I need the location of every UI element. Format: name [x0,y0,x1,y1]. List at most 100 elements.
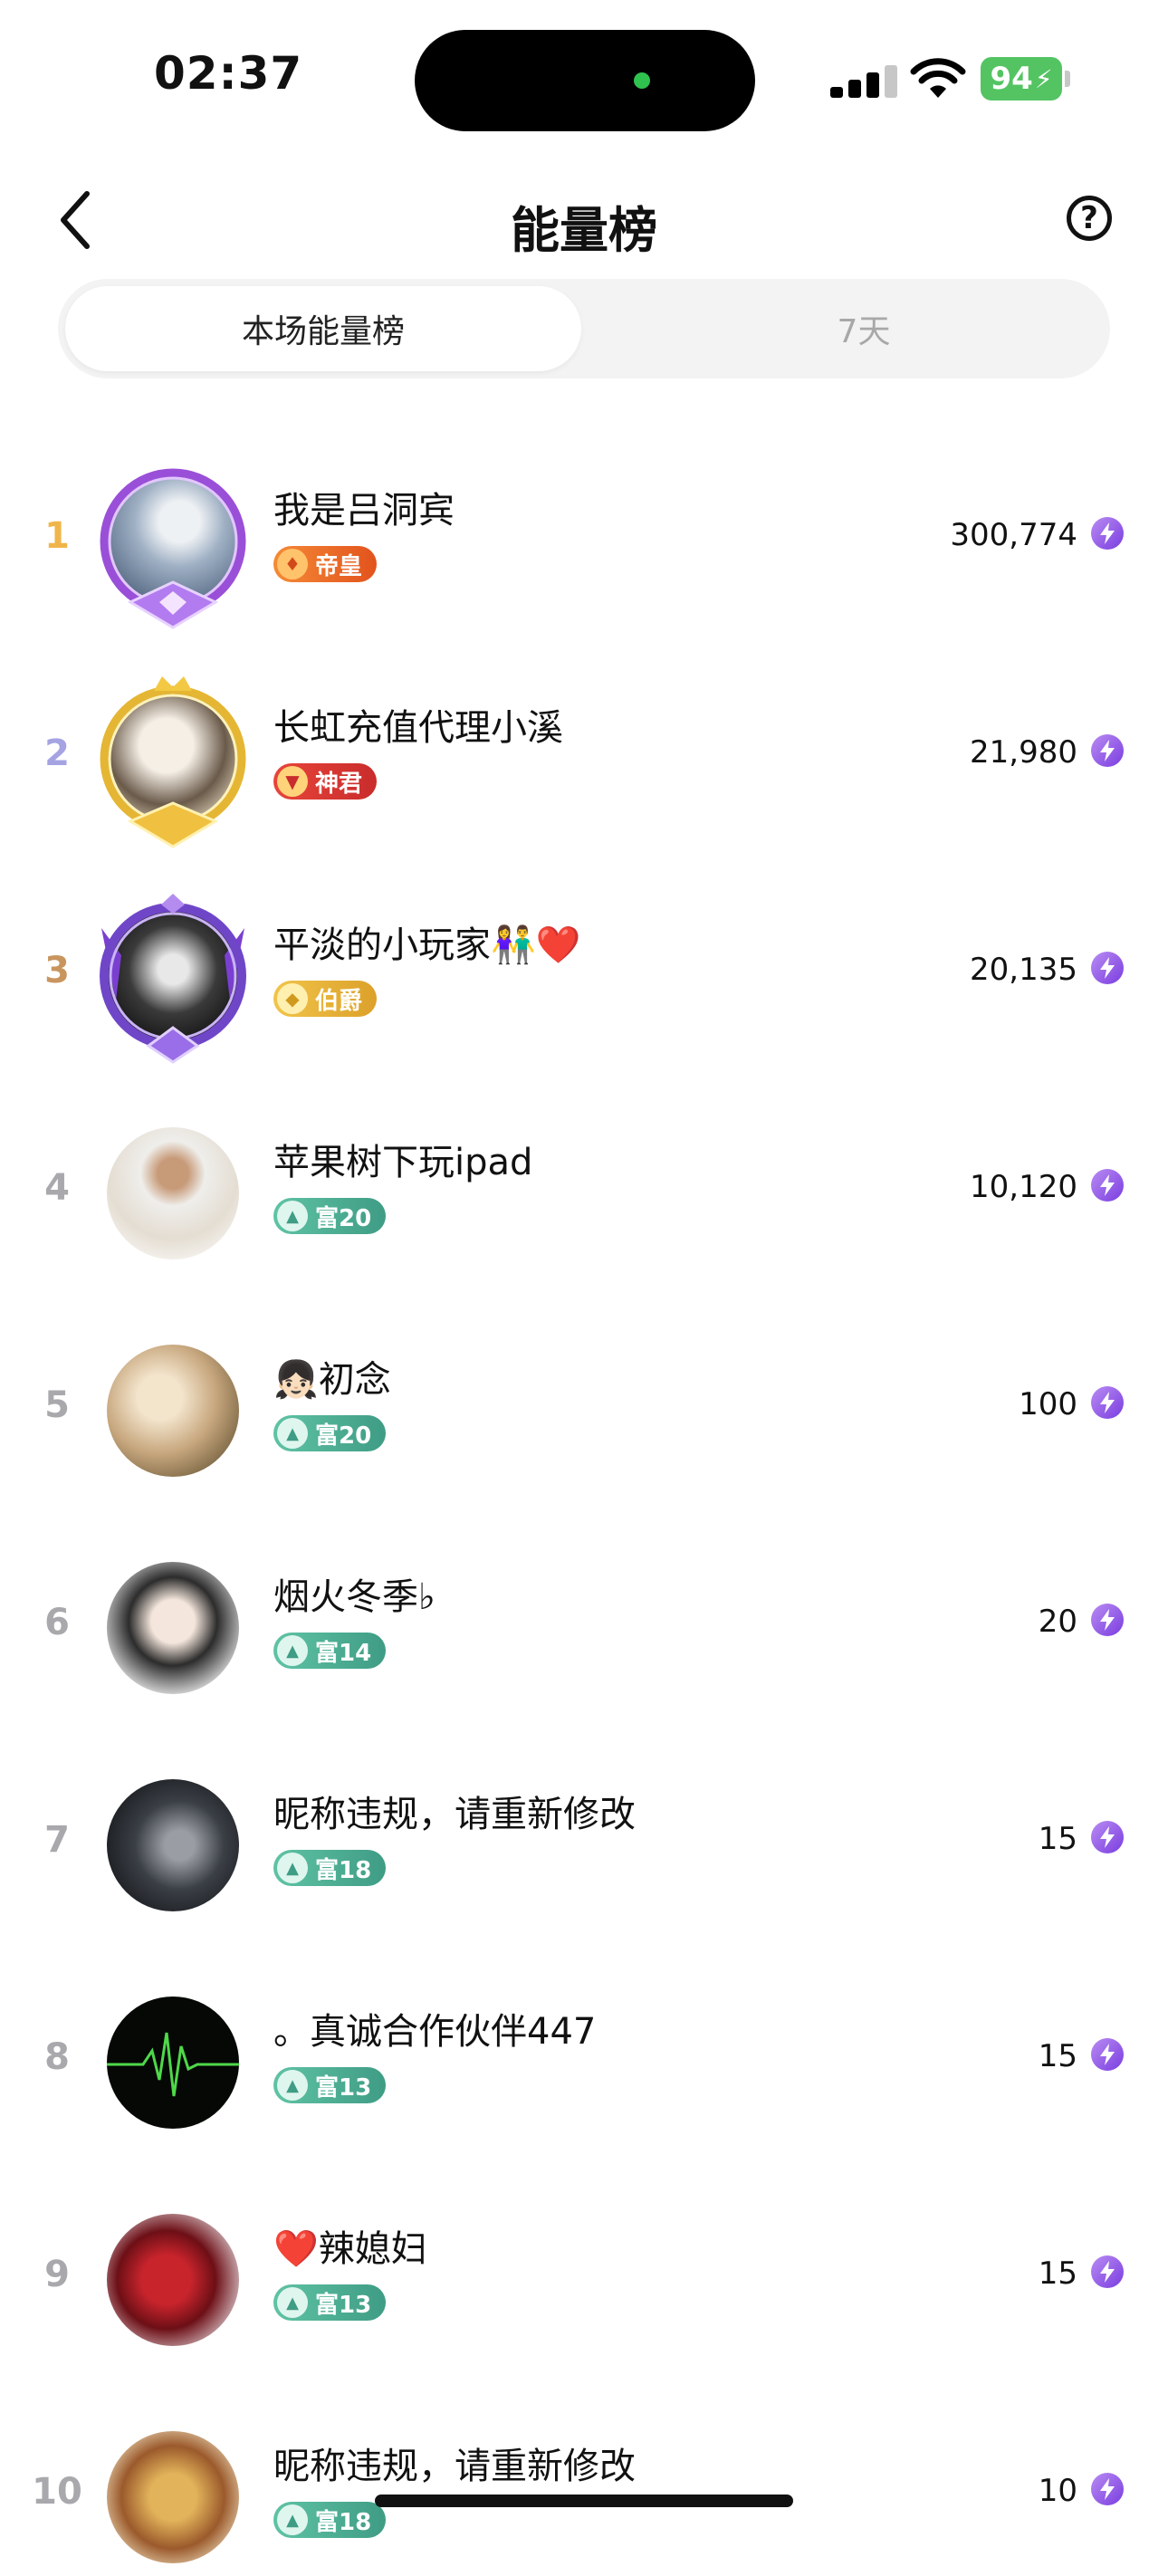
level-badge: ▼ 神君 [273,763,378,800]
ranking-row[interactable]: 8 。真诚合作伙伴447 ▲ 富13 15 [0,1987,1168,2141]
energy-score: 10 [1038,2473,1077,2509]
home-indicator[interactable] [375,2495,793,2507]
user-name: 平淡的小玩家👫❤️ [273,924,581,966]
badge-label: 富20 [315,1422,372,1450]
rank-number: 5 [44,1384,70,1426]
heartbeat-line-icon [107,2032,239,2097]
avatar[interactable] [107,693,239,825]
badge-label: 富20 [315,1204,372,1232]
wealth-triangle-icon: ▲ [277,1635,308,1666]
level-badge: ◆ 伯爵 [273,981,378,1017]
rank-number: 8 [44,2036,70,2078]
rank-number: 9 [44,2254,70,2295]
energy-bolt-icon [1091,1169,1124,1202]
ranking-row[interactable]: 4 苹果树下玩ipad ▲ 富20 10,120 [0,1118,1168,1272]
battery-cap [1065,71,1070,87]
wifi-icon [910,58,966,98]
ranking-row[interactable]: 2 长虹充值代理小溪 ▼ 神君 21,980 [0,676,1168,848]
avatar[interactable] [107,1562,239,1694]
energy-bolt-icon [1091,1604,1124,1636]
wealth-badge: ▲ 富20 [273,1415,387,1451]
energy-bolt-icon [1091,2473,1124,2505]
shield-gem-icon: ▼ [277,766,308,797]
energy-score: 100 [1019,1386,1077,1422]
avatar[interactable] [107,1127,239,1259]
help-question-icon[interactable]: ? [1067,196,1112,241]
rank-number: 6 [44,1602,70,1643]
tab-bar: 本场能量榜 7天 [58,279,1110,378]
ranking-row[interactable]: 5 👧🏻初念 ▲ 富20 100 [0,1336,1168,1489]
avatar[interactable] [107,2431,239,2563]
wealth-triangle-icon: ▲ [277,1201,308,1231]
camera-indicator-dot [634,72,650,89]
user-name: 我是吕洞宾 [273,490,455,531]
avatar[interactable] [107,1779,239,1911]
wealth-badge: ▲ 富14 [273,1633,387,1669]
battery-icon: 94 ⚡ [981,57,1062,101]
avatar[interactable] [107,2214,239,2346]
wealth-badge: ▲ 富20 [273,1198,387,1234]
tab-current-session[interactable]: 本场能量榜 [65,286,581,371]
badge-label: 神君 [315,770,363,798]
ranking-row[interactable]: 7 昵称违规，请重新修改 ▲ 富18 15 [0,1770,1168,1924]
diamond-gem-icon: ◆ [277,983,308,1014]
badge-label: 富13 [315,2291,372,2319]
user-name: 昵称违规，请重新修改 [273,2446,636,2487]
battery-level: 94 [990,61,1033,97]
tab-7-days[interactable]: 7天 [637,286,1090,371]
crown-gem-icon: ♦ [277,549,308,579]
level-badge: ♦ 帝皇 [273,546,378,582]
avatar[interactable] [107,475,239,608]
user-name: 烟火冬季♭ [273,1576,436,1618]
wealth-badge: ▲ 富13 [273,2284,387,2321]
energy-score: 15 [1038,2255,1077,2292]
avatar[interactable] [107,1997,239,2129]
wealth-triangle-icon: ▲ [277,2070,308,2101]
energy-score: 20,135 [970,952,1077,988]
energy-score: 300,774 [950,517,1077,553]
user-name: 。真诚合作伙伴447 [273,2011,597,2053]
badge-label: 帝皇 [315,552,363,580]
signal-icon [830,65,897,98]
wealth-triangle-icon: ▲ [277,2287,308,2318]
energy-score: 20 [1038,1604,1077,1640]
energy-score: 21,980 [970,734,1077,771]
user-name: ❤️辣媳妇 [273,2228,427,2270]
status-time: 02:37 [154,47,303,100]
energy-bolt-icon [1091,1386,1124,1419]
page-title: 能量榜 [511,202,657,259]
energy-bolt-icon [1091,734,1124,767]
ranking-row[interactable]: 1 我是吕洞宾 ♦ 帝皇 300,774 [0,466,1168,629]
energy-score: 10,120 [970,1169,1077,1205]
dynamic-island [415,30,755,131]
wealth-triangle-icon: ▲ [277,1853,308,1883]
avatar[interactable] [107,910,239,1042]
ranking-row[interactable]: 3 平淡的小玩家👫❤️ ◆ 伯爵 20,135 [0,894,1168,1064]
wealth-triangle-icon: ▲ [277,1418,308,1449]
ranking-row[interactable]: 6 烟火冬季♭ ▲ 富14 20 [0,1553,1168,1707]
badge-label: 富14 [315,1639,372,1667]
wealth-badge: ▲ 富18 [273,2502,387,2538]
energy-score: 15 [1038,2038,1077,2074]
rank-number: 4 [44,1167,70,1209]
ranking-row[interactable]: 9 ❤️辣媳妇 ▲ 富13 15 [0,2205,1168,2359]
user-name: 苹果树下玩ipad [273,1142,533,1183]
energy-score: 15 [1038,1821,1077,1857]
user-name: 昵称违规，请重新修改 [273,1794,636,1835]
energy-bolt-icon [1091,2255,1124,2288]
wealth-badge: ▲ 富18 [273,1850,387,1886]
rank-number: 1 [44,515,70,557]
energy-bolt-icon [1091,1821,1124,1853]
rank-number: 7 [44,1819,70,1861]
badge-label: 富13 [315,2073,372,2102]
rank-number: 3 [44,950,70,991]
avatar[interactable] [107,1345,239,1477]
wealth-triangle-icon: ▲ [277,2504,308,2535]
energy-bolt-icon [1091,517,1124,550]
energy-bolt-icon [1091,952,1124,984]
wealth-badge: ▲ 富13 [273,2067,387,2103]
rank-number: 2 [44,733,70,774]
badge-label: 伯爵 [315,987,363,1015]
rank-number: 10 [32,2471,82,2513]
user-name: 👧🏻初念 [273,1359,391,1401]
